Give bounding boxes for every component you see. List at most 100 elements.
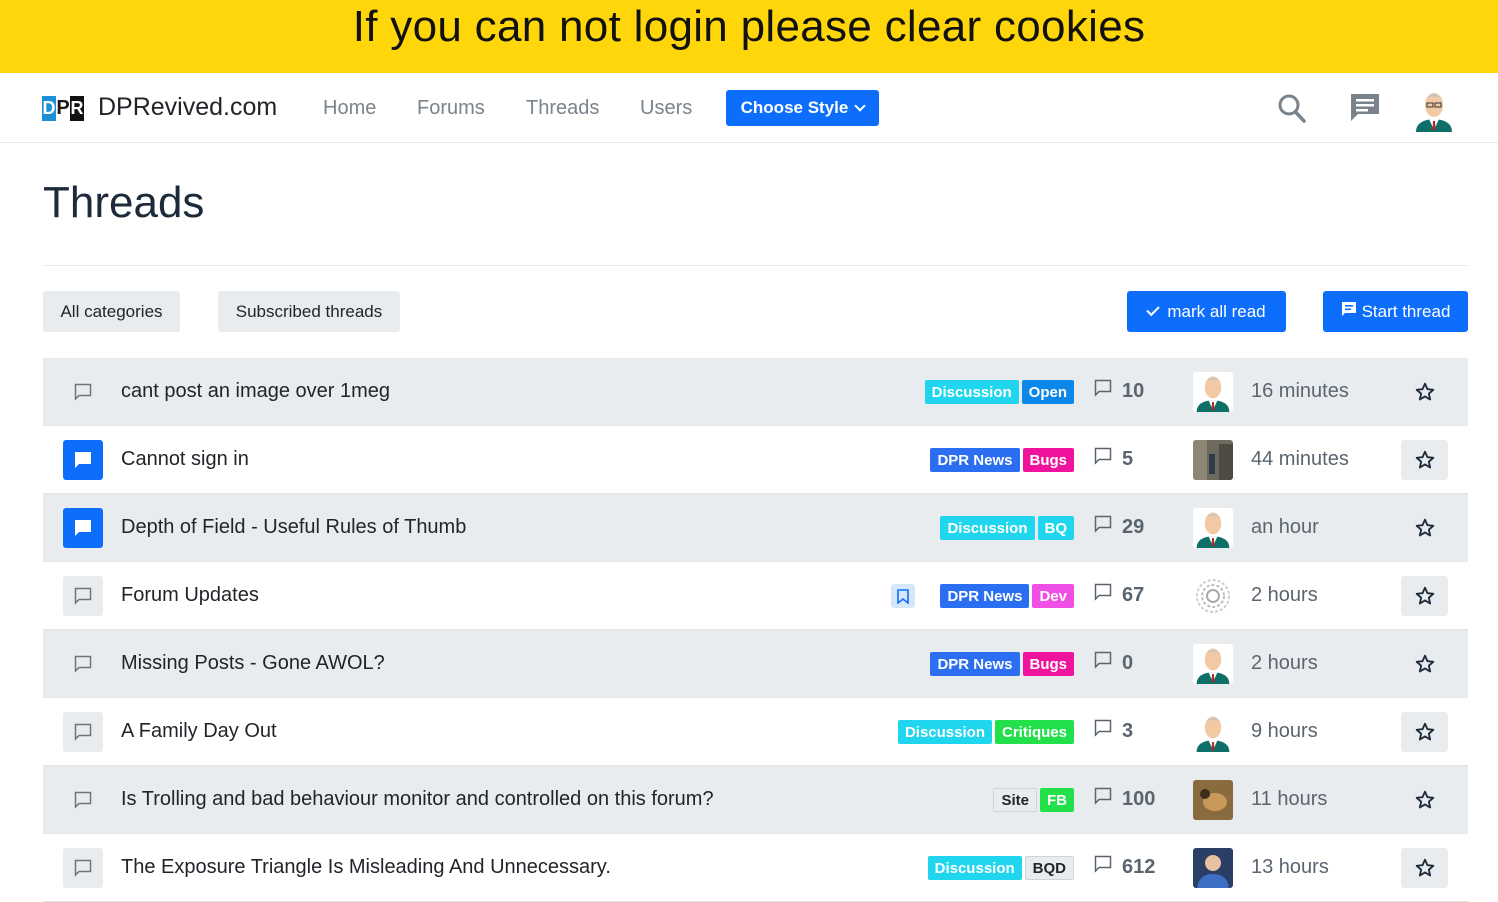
tag-badge[interactable]: Dev — [1032, 584, 1074, 608]
page-title: Threads — [43, 178, 205, 227]
tag-badge[interactable]: Discussion — [924, 380, 1019, 404]
choose-style-button[interactable]: Choose Style — [726, 90, 879, 126]
reply-icon — [1094, 855, 1112, 879]
star-icon[interactable] — [1401, 848, 1448, 888]
user-avatar[interactable] — [1412, 88, 1456, 132]
last-post-time[interactable]: 44 minutes — [1251, 448, 1349, 471]
thread-row[interactable]: Missing Posts - Gone AWOL? DPR News Bugs 0 2… — [43, 630, 1468, 698]
start-thread-label: Start thread — [1361, 301, 1451, 321]
thread-row[interactable]: Cannot sign in DPR News Bugs 5 44 minutes — [43, 426, 1468, 494]
brand-name[interactable]: DPRevived.com — [98, 93, 277, 122]
tag-badge[interactable]: BQ — [1037, 516, 1074, 540]
thread-row[interactable]: The Exposure Triangle Is Misleading And … — [43, 834, 1468, 902]
last-post-time[interactable]: 9 hours — [1251, 720, 1318, 743]
tag-badge[interactable]: Open — [1021, 380, 1074, 404]
messages-icon[interactable] — [1349, 91, 1381, 130]
cartoon-man-avatar[interactable] — [1193, 508, 1233, 548]
cartoon-man-avatar[interactable] — [1193, 644, 1233, 684]
reply-icon — [1094, 651, 1112, 675]
reply-number: 0 — [1122, 651, 1134, 674]
all-categories-button[interactable]: All categories — [43, 291, 180, 332]
reply-icon — [1094, 447, 1112, 471]
thread-icon — [63, 372, 103, 412]
thread-row[interactable]: A Family Day Out Discussion Critiques 3 9 ho… — [43, 698, 1468, 766]
bookmark-icon[interactable] — [891, 584, 915, 608]
last-post-time[interactable]: an hour — [1251, 516, 1319, 539]
mark-all-read-button[interactable]: mark all read — [1127, 291, 1286, 332]
thread-icon — [63, 712, 103, 752]
reply-count: 612 — [1094, 855, 1155, 879]
star-icon[interactable] — [1401, 508, 1448, 548]
search-icon[interactable] — [1277, 91, 1307, 130]
nav-threads[interactable]: Threads — [526, 97, 599, 120]
nav-users[interactable]: Users — [640, 97, 692, 120]
thread-title[interactable]: Is Trolling and bad behaviour monitor an… — [121, 788, 714, 811]
star-icon[interactable] — [1401, 372, 1448, 412]
chevron-down-icon — [854, 100, 867, 112]
subscribed-threads-button[interactable]: Subscribed threads — [218, 291, 400, 332]
nav-forums[interactable]: Forums — [417, 97, 485, 120]
last-post-time[interactable]: 2 hours — [1251, 652, 1318, 675]
tag-badge[interactable]: Bugs — [1022, 448, 1074, 472]
tag-badge[interactable]: Discussion — [897, 720, 992, 744]
thread-title[interactable]: A Family Day Out — [121, 720, 277, 743]
tag-badge[interactable]: Discussion — [927, 856, 1022, 880]
cartoon-man-avatar[interactable] — [1193, 712, 1233, 752]
title-divider — [43, 265, 1468, 266]
last-post-time[interactable]: 13 hours — [1251, 856, 1329, 879]
tag-badge[interactable]: Critiques — [994, 720, 1074, 744]
start-thread-button[interactable]: Start thread — [1323, 291, 1468, 332]
bird-photo-avatar[interactable] — [1193, 780, 1233, 820]
street-photo-avatar[interactable] — [1193, 440, 1233, 480]
mark-all-read-label: mark all read — [1167, 301, 1266, 321]
reply-count: 3 — [1094, 719, 1133, 743]
tag-badge[interactable]: DPR News — [940, 584, 1030, 608]
nav-home[interactable]: Home — [323, 97, 376, 120]
thread-title[interactable]: Forum Updates — [121, 584, 259, 607]
person-photo-avatar[interactable] — [1193, 848, 1233, 888]
tag-badge[interactable]: DPR News — [930, 652, 1020, 676]
thread-tags: Site FB — [993, 788, 1074, 812]
tag-badge[interactable]: BQD — [1024, 856, 1074, 880]
tag-badge[interactable]: Site — [993, 788, 1037, 812]
thread-row[interactable]: Forum Updates DPR News Dev 67 2 hours — [43, 562, 1468, 630]
thread-icon — [63, 644, 103, 684]
tag-badge[interactable]: FB — [1040, 788, 1074, 812]
star-icon[interactable] — [1401, 644, 1448, 684]
last-post-time[interactable]: 16 minutes — [1251, 380, 1349, 403]
logo-letter-p: P — [56, 97, 70, 119]
reply-number: 67 — [1122, 583, 1145, 606]
last-post-time[interactable]: 11 hours — [1251, 788, 1327, 811]
top-navbar: D P R DPRevived.com Home Forums Threads … — [0, 73, 1498, 143]
cartoon-man-avatar[interactable] — [1193, 372, 1233, 412]
thread-title[interactable]: The Exposure Triangle Is Misleading And … — [121, 856, 611, 879]
reply-count: 10 — [1094, 379, 1144, 403]
star-icon[interactable] — [1401, 576, 1448, 616]
thread-title[interactable]: Missing Posts - Gone AWOL? — [121, 652, 385, 675]
star-icon[interactable] — [1401, 440, 1448, 480]
reply-number: 100 — [1122, 787, 1156, 810]
thread-row[interactable]: Depth of Field - Useful Rules of Thumb Di… — [43, 494, 1468, 562]
thread-title[interactable]: Depth of Field - Useful Rules of Thumb — [121, 516, 466, 539]
tag-badge[interactable]: Bugs — [1022, 652, 1074, 676]
tag-badge[interactable]: DPR News — [930, 448, 1020, 472]
thread-title[interactable]: cant post an image over 1meg — [121, 380, 390, 403]
site-logo[interactable]: D P R — [42, 96, 84, 121]
cookie-banner: If you can not login please clear cookie… — [0, 0, 1498, 73]
reply-count: 29 — [1094, 515, 1144, 539]
star-icon[interactable] — [1401, 780, 1448, 820]
last-post-time[interactable]: 2 hours — [1251, 584, 1318, 607]
reply-number: 3 — [1122, 719, 1134, 742]
thread-row[interactable]: cant post an image over 1meg Discussion Op… — [43, 358, 1468, 426]
logo-letter-d: D — [42, 96, 56, 121]
tag-badge[interactable]: Discussion — [940, 516, 1035, 540]
thread-tags: Discussion BQD — [927, 856, 1074, 880]
star-icon[interactable] — [1401, 712, 1448, 752]
reply-icon — [1094, 379, 1112, 403]
thread-icon — [63, 848, 103, 888]
fingerprint-avatar[interactable] — [1193, 576, 1233, 616]
reply-number: 5 — [1122, 447, 1134, 470]
thread-row[interactable]: Is Trolling and bad behaviour monitor an… — [43, 766, 1468, 834]
thread-title[interactable]: Cannot sign in — [121, 448, 249, 471]
thread-tags: Discussion BQ — [940, 516, 1074, 540]
